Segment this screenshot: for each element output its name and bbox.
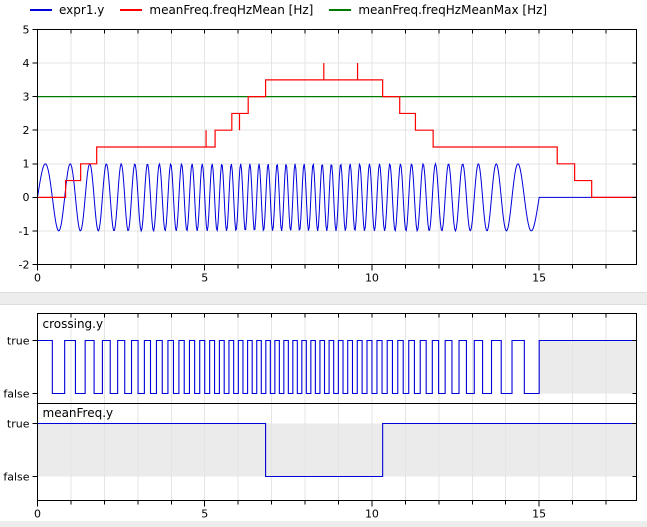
meanfreq-band-fill [38, 424, 637, 477]
plot-window: expr1.y meanFreq.freqHzMean [Hz] meanFre… [0, 0, 647, 527]
y-tick-label: -2 [19, 258, 30, 271]
crossing-true-fill [539, 341, 636, 394]
y-tick-label: 5 [23, 23, 30, 36]
legend-item-expr1-y[interactable]: expr1.y [30, 3, 104, 17]
panel-splitter-handle[interactable] [0, 292, 647, 305]
true-tick-label: true [7, 334, 30, 347]
x-tick-label: 0 [34, 272, 41, 285]
false-tick-label: false [3, 470, 29, 483]
y-tick-label: 0 [23, 191, 30, 204]
band-title-meanfreq: meanFreq.y [43, 406, 114, 420]
legend-swatch-expr1-y [30, 9, 52, 11]
y-tick-label: 2 [23, 124, 30, 137]
true-tick-label: true [7, 417, 30, 430]
x-tick-label: 5 [201, 508, 208, 521]
legend-item-freqhzmean[interactable]: meanFreq.freqHzMean [Hz] [120, 3, 313, 17]
top-plot: 543210-1-2051015 [19, 23, 637, 284]
plots-canvas: 543210-1-2051015truefalsecrossing.ytruef… [0, 0, 647, 527]
x-tick-label: 0 [34, 508, 41, 521]
legend-item-freqhzmeanmax[interactable]: meanFreq.freqHzMeanMax [Hz] [329, 3, 547, 17]
x-tick-label: 10 [365, 272, 379, 285]
x-tick-label: 15 [532, 508, 546, 521]
x-tick-label: 15 [532, 272, 546, 285]
legend-label: meanFreq.freqHzMeanMax [Hz] [358, 3, 547, 17]
y-tick-label: 3 [23, 90, 30, 103]
y-tick-label: -1 [19, 225, 30, 238]
y-tick-label: 4 [23, 57, 30, 70]
y-tick-label: 1 [23, 158, 30, 171]
legend: expr1.y meanFreq.freqHzMean [Hz] meanFre… [30, 3, 563, 17]
bottom-plot: true false crossing.y true false meanFreq.y 0 5… [3, 314, 636, 521]
legend-swatch-freqhzmeanmax [329, 9, 351, 11]
x-tick-label: 5 [201, 272, 208, 285]
band-title-crossing: crossing.y [43, 317, 104, 331]
bottom-splitter-handle[interactable] [0, 521, 647, 527]
false-tick-label: false [3, 387, 29, 400]
legend-label: meanFreq.freqHzMean [Hz] [149, 3, 313, 17]
legend-label: expr1.y [59, 3, 104, 17]
x-tick-label: 10 [365, 508, 379, 521]
legend-swatch-freqhzmean [120, 9, 142, 11]
